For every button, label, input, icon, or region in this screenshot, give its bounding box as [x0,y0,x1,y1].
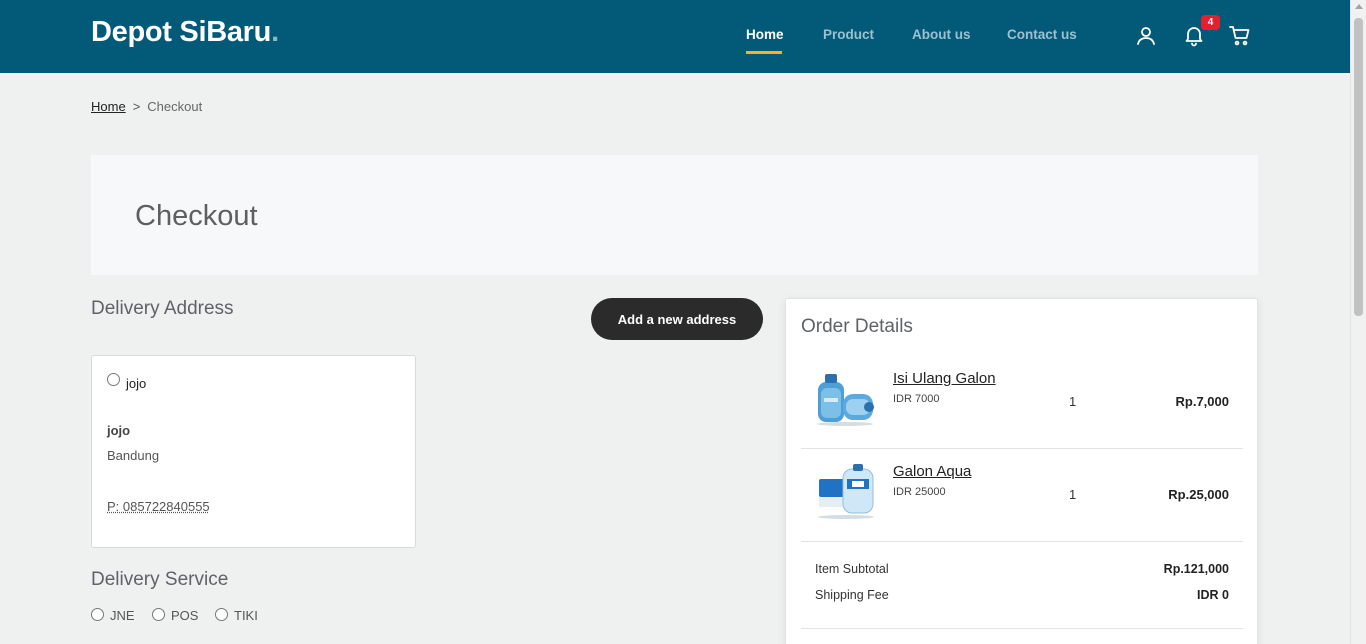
service-option-tiki[interactable]: TIKI [215,608,258,623]
address-recipient-name: jojo [107,423,130,438]
delivery-address-title: Delivery Address [91,298,234,320]
delivery-service-title: Delivery Service [91,569,228,591]
summary-divider [801,628,1243,629]
breadcrumb-home-link[interactable]: Home [91,99,126,114]
nav-about[interactable]: About us [912,27,971,42]
shipping-value: IDR 0 [1197,588,1229,602]
scroll-thumb[interactable] [1354,18,1363,316]
order-item-name[interactable]: Galon Aqua [893,463,971,480]
product-image-water-gallon [815,370,877,428]
order-details-card: Order Details Isi Ulang Galon IDR 7000 1… [785,298,1258,644]
service-option-jne[interactable]: JNE [91,608,135,623]
nav-active-indicator [746,51,782,54]
site-header: Depot SiBaru. Home Product About us Cont… [0,0,1350,73]
service-radio-tiki[interactable] [215,608,228,621]
breadcrumb-current: Checkout [147,99,202,114]
address-city: Bandung [107,448,159,463]
add-address-button[interactable]: Add a new address [591,298,763,340]
order-item-total: Rp.25,000 [1168,487,1229,502]
address-card[interactable]: jojo jojo Bandung P: 085722840555 [91,355,416,548]
nav-contact[interactable]: Contact us [1007,27,1077,42]
breadcrumb: Home > Checkout [91,99,202,114]
address-label: jojo [126,376,146,391]
order-item-qty: 1 [1069,487,1076,502]
subtotal-value: Rp.121,000 [1164,562,1229,576]
service-radio-pos[interactable] [152,608,165,621]
order-item-price: IDR 25000 [893,486,946,498]
shipping-row: Shipping Fee IDR 0 [815,588,1229,602]
address-radio[interactable] [107,373,120,386]
product-image-aqua-gallon [815,463,877,521]
breadcrumb-separator: > [133,99,141,114]
shipping-label: Shipping Fee [815,588,889,602]
site-logo[interactable]: Depot SiBaru. [91,16,279,49]
scroll-up-arrow-icon[interactable] [1355,4,1363,9]
subtotal-label: Item Subtotal [815,562,889,576]
user-icon[interactable] [1134,23,1158,47]
order-item-qty: 1 [1069,394,1076,409]
order-item: Isi Ulang Galon IDR 7000 1 Rp.7,000 [801,356,1243,449]
service-option-pos[interactable]: POS [152,608,198,623]
order-item: Galon Aqua IDR 25000 1 Rp.25,000 [801,449,1243,542]
order-item-price: IDR 7000 [893,393,939,405]
service-radio-jne[interactable] [91,608,104,621]
page-title: Checkout [135,200,258,233]
page-title-panel: Checkout [91,155,1258,275]
order-details-title: Order Details [801,316,913,338]
nav-product[interactable]: Product [823,27,874,42]
subtotal-row: Item Subtotal Rp.121,000 [815,562,1229,576]
notification-badge: 4 [1201,15,1220,30]
address-phone: P: 085722840555 [107,499,210,514]
page-scrollbar[interactable] [1350,0,1366,644]
order-item-total: Rp.7,000 [1176,394,1229,409]
order-item-name[interactable]: Isi Ulang Galon [893,370,996,387]
cart-icon[interactable] [1228,23,1252,47]
nav-home[interactable]: Home [746,27,784,42]
